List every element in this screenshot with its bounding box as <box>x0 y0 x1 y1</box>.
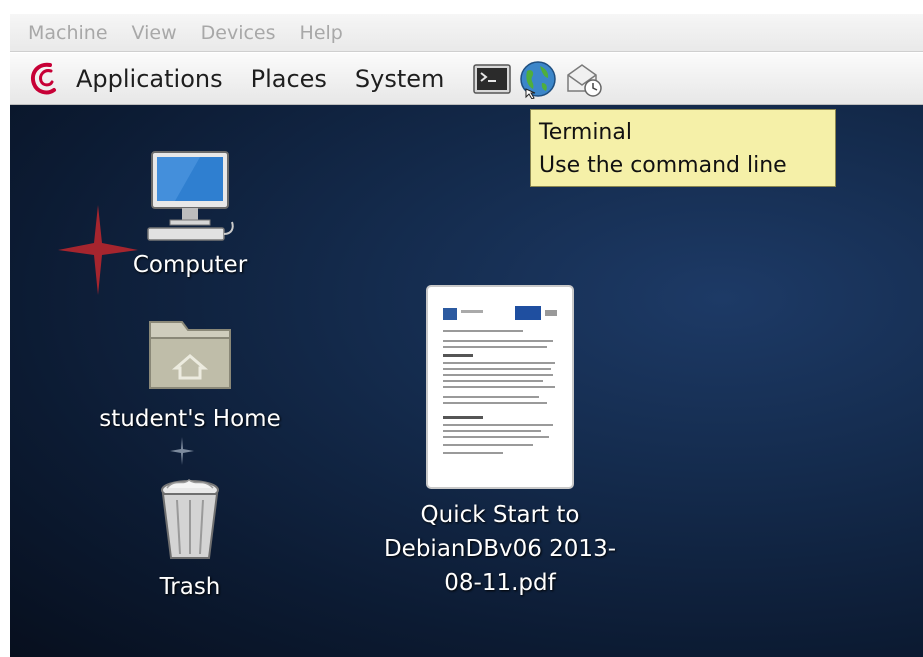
sparkle-decoration-icon <box>170 437 194 465</box>
tooltip-description: Use the command line <box>539 153 787 178</box>
terminal-tooltip: Terminal Use the command line <box>530 109 836 187</box>
menu-help[interactable]: Help <box>300 22 343 44</box>
debian-logo-icon[interactable] <box>26 59 66 99</box>
computer-label: Computer <box>132 252 248 278</box>
terminal-icon <box>473 63 512 94</box>
applications-menu[interactable]: Applications <box>76 65 223 93</box>
pdf-thumbnail-icon <box>426 285 574 489</box>
mail-client-icon <box>567 63 603 97</box>
tooltip-title: Terminal <box>539 120 632 145</box>
host-menu-bar: Machine View Devices Help <box>10 14 923 52</box>
home-folder-icon <box>149 321 231 389</box>
computer-icon <box>147 151 234 241</box>
window-border <box>0 0 10 657</box>
computer-desktop-icon[interactable]: Computer <box>115 150 265 282</box>
pdf-document-label: Quick Start to DebianDBv06 2013-08-11.pd… <box>383 502 617 596</box>
home-folder-desktop-icon[interactable]: student's Home <box>80 312 300 436</box>
web-browser-icon <box>520 60 557 99</box>
menu-view[interactable]: View <box>132 22 177 44</box>
terminal-launcher[interactable] <box>472 59 512 99</box>
top-panel: Applications Places System <box>10 53 923 105</box>
web-browser-launcher[interactable] <box>518 59 558 99</box>
places-menu[interactable]: Places <box>251 65 327 93</box>
pdf-document-desktop-icon[interactable]: Quick Start to DebianDBv06 2013-08-11.pd… <box>355 284 645 600</box>
menu-machine[interactable]: Machine <box>28 22 108 44</box>
home-folder-label: student's Home <box>99 406 281 432</box>
trash-icon <box>161 479 219 559</box>
mail-client-launcher[interactable] <box>564 59 604 99</box>
menu-devices[interactable]: Devices <box>201 22 276 44</box>
system-menu[interactable]: System <box>355 65 445 93</box>
trash-label: Trash <box>159 574 221 600</box>
trash-desktop-icon[interactable]: Trash <box>115 474 265 604</box>
